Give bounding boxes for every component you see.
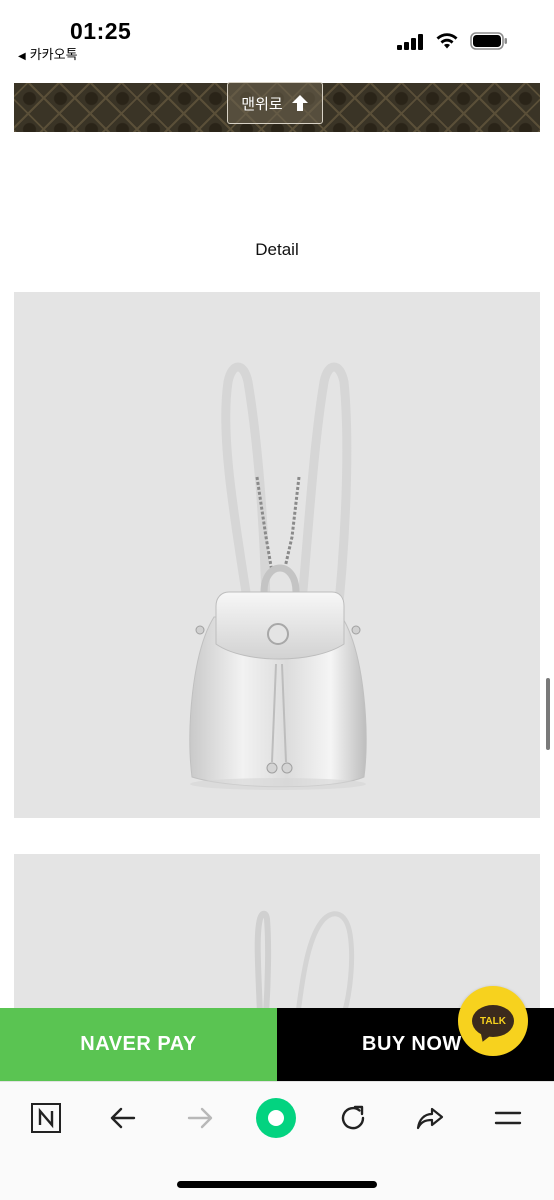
scroll-to-top-label: 맨위로 — [241, 95, 283, 113]
product-photo-side — [14, 854, 540, 1014]
home-indicator[interactable] — [177, 1181, 377, 1188]
status-time: 01:25 — [70, 18, 132, 44]
back-to-app-link[interactable]: ◀ 카카오톡 — [18, 44, 78, 63]
back-triangle-icon: ◀ — [18, 51, 26, 62]
cellular-signal-icon — [397, 34, 425, 50]
wifi-icon — [436, 33, 458, 49]
green-home-icon[interactable] — [254, 1096, 298, 1140]
share-icon[interactable] — [408, 1096, 452, 1140]
arrow-up-icon — [291, 95, 308, 111]
back-app-label: 카카오톡 — [29, 47, 78, 62]
back-arrow-icon[interactable] — [101, 1096, 145, 1140]
forward-arrow-icon[interactable] — [178, 1096, 222, 1140]
silver-backpack-image — [189, 362, 367, 790]
silver-backpack-side-image — [254, 910, 355, 1014]
kakao-talk-button[interactable]: TALK — [458, 986, 528, 1056]
menu-icon[interactable] — [486, 1096, 530, 1140]
naver-pay-button[interactable]: NAVER PAY — [0, 1008, 277, 1081]
page-scrollbar[interactable] — [546, 678, 550, 750]
scroll-to-top-button[interactable]: 맨위로 — [227, 82, 323, 124]
product-photo-front — [14, 292, 540, 818]
detail-heading: Detail — [255, 240, 299, 259]
page: 01:25 ◀ 카카오톡 맨위로 Detail NAVER PAY BUY NO… — [0, 0, 554, 1200]
battery-icon — [470, 32, 507, 50]
naver-n-icon[interactable] — [24, 1096, 68, 1140]
refresh-icon[interactable] — [331, 1096, 375, 1140]
status-bar: 01:25 ◀ 카카오톡 — [0, 0, 554, 70]
talk-label: TALK — [480, 1015, 506, 1027]
talk-bubble-icon: TALK — [472, 1005, 514, 1037]
